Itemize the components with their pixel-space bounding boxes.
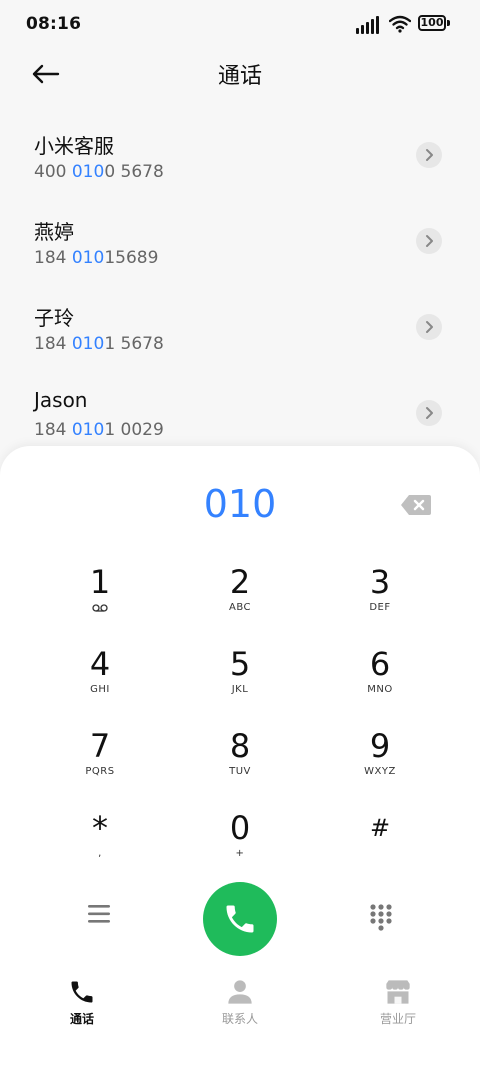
key-digit: 0 <box>229 809 251 847</box>
contact-detail-button[interactable] <box>416 228 442 254</box>
battery-icon: 100 <box>418 15 452 33</box>
menu-icon[interactable] <box>86 902 114 926</box>
chevron-right-icon <box>426 321 433 333</box>
key-digit: 2 <box>229 563 251 601</box>
page-title: 通话 <box>217 64 262 89</box>
status-bar: 08:16 100 <box>0 0 480 50</box>
chevron-right-icon <box>426 407 433 419</box>
key-star[interactable]: * , <box>40 810 160 880</box>
contact-number: 184 0101 0029 <box>34 420 164 440</box>
key-letters: MNO <box>367 684 393 695</box>
signal-icon <box>356 16 379 34</box>
key-digit: * <box>92 809 108 847</box>
call-button[interactable] <box>203 882 277 956</box>
contact-number: 400 0100 5678 <box>34 162 164 182</box>
key-5[interactable]: 5 JKL <box>180 646 300 716</box>
phone-icon <box>226 905 254 933</box>
key-4[interactable]: 4 GHI <box>40 646 160 716</box>
key-hash[interactable]: # <box>320 810 440 880</box>
contact-number: 184 01015689 <box>34 248 159 268</box>
tab-label: 联系人 <box>221 1012 258 1026</box>
contact-row[interactable]: 燕婷 184 01015689 <box>0 216 480 302</box>
store-icon <box>386 980 410 1004</box>
key-letters: DEF <box>369 602 391 613</box>
key-digit: 5 <box>229 645 251 683</box>
key-digit: 3 <box>369 563 391 601</box>
key-letters: PQRS <box>85 766 115 777</box>
key-1[interactable]: 1 <box>40 564 160 634</box>
key-letters: ABC <box>228 602 251 613</box>
contact-row[interactable]: 小米客服 400 0100 5678 <box>0 130 480 216</box>
contact-number: 184 0101 5678 <box>34 334 164 354</box>
status-time: 08:16 <box>26 14 82 34</box>
battery-level: 100 <box>418 15 446 31</box>
chevron-right-icon <box>426 149 433 161</box>
key-7[interactable]: 7 PQRS <box>40 728 160 798</box>
contact-name: Jason <box>34 388 88 412</box>
phone-icon <box>71 981 93 1003</box>
contact-name: 子玲 <box>34 306 74 330</box>
contact-detail-button[interactable] <box>416 142 442 168</box>
keypad-icon[interactable] <box>368 902 394 932</box>
key-digit: 4 <box>89 645 111 683</box>
backspace-icon[interactable] <box>400 494 432 516</box>
key-digit: # <box>369 814 391 842</box>
wifi-icon <box>389 15 411 33</box>
tab-store[interactable]: 营业厅 <box>348 978 448 1038</box>
key-digit: 6 <box>369 645 391 683</box>
key-digit: 1 <box>89 563 111 601</box>
key-3[interactable]: 3 DEF <box>320 564 440 634</box>
contact-name: 小米客服 <box>34 134 114 158</box>
key-8[interactable]: 8 TUV <box>180 728 300 798</box>
contact-name: 燕婷 <box>34 220 74 244</box>
tab-label: 营业厅 <box>379 1012 416 1026</box>
key-letters: GHI <box>90 684 110 695</box>
key-digit: 7 <box>89 727 111 765</box>
key-letters: JKL <box>231 684 249 695</box>
key-2[interactable]: 2 ABC <box>180 564 300 634</box>
key-0[interactable]: 0 + <box>180 810 300 880</box>
tab-contacts[interactable]: 联系人 <box>190 978 290 1038</box>
contact-detail-button[interactable] <box>416 400 442 426</box>
key-digit: 8 <box>229 727 251 765</box>
tab-calls[interactable]: 通话 <box>32 978 132 1038</box>
tab-label: 通话 <box>69 1012 94 1026</box>
voicemail-icon <box>92 604 108 612</box>
key-letters: WXYZ <box>364 766 396 777</box>
contact-detail-button[interactable] <box>416 314 442 340</box>
key-9[interactable]: 9 WXYZ <box>320 728 440 798</box>
key-letters: , <box>98 848 102 859</box>
key-6[interactable]: 6 MNO <box>320 646 440 716</box>
dialpad-sheet: 010 1 2 ABC 3 DEF 4 GHI 5 JKL 6 MNO 7 PQ… <box>0 446 480 1066</box>
key-digit: 9 <box>369 727 391 765</box>
chevron-right-icon <box>426 235 433 247</box>
key-letters: TUV <box>229 766 251 777</box>
contact-row[interactable]: 子玲 184 0101 5678 <box>0 302 480 388</box>
key-letters: + <box>235 848 245 859</box>
person-icon <box>228 980 252 1004</box>
